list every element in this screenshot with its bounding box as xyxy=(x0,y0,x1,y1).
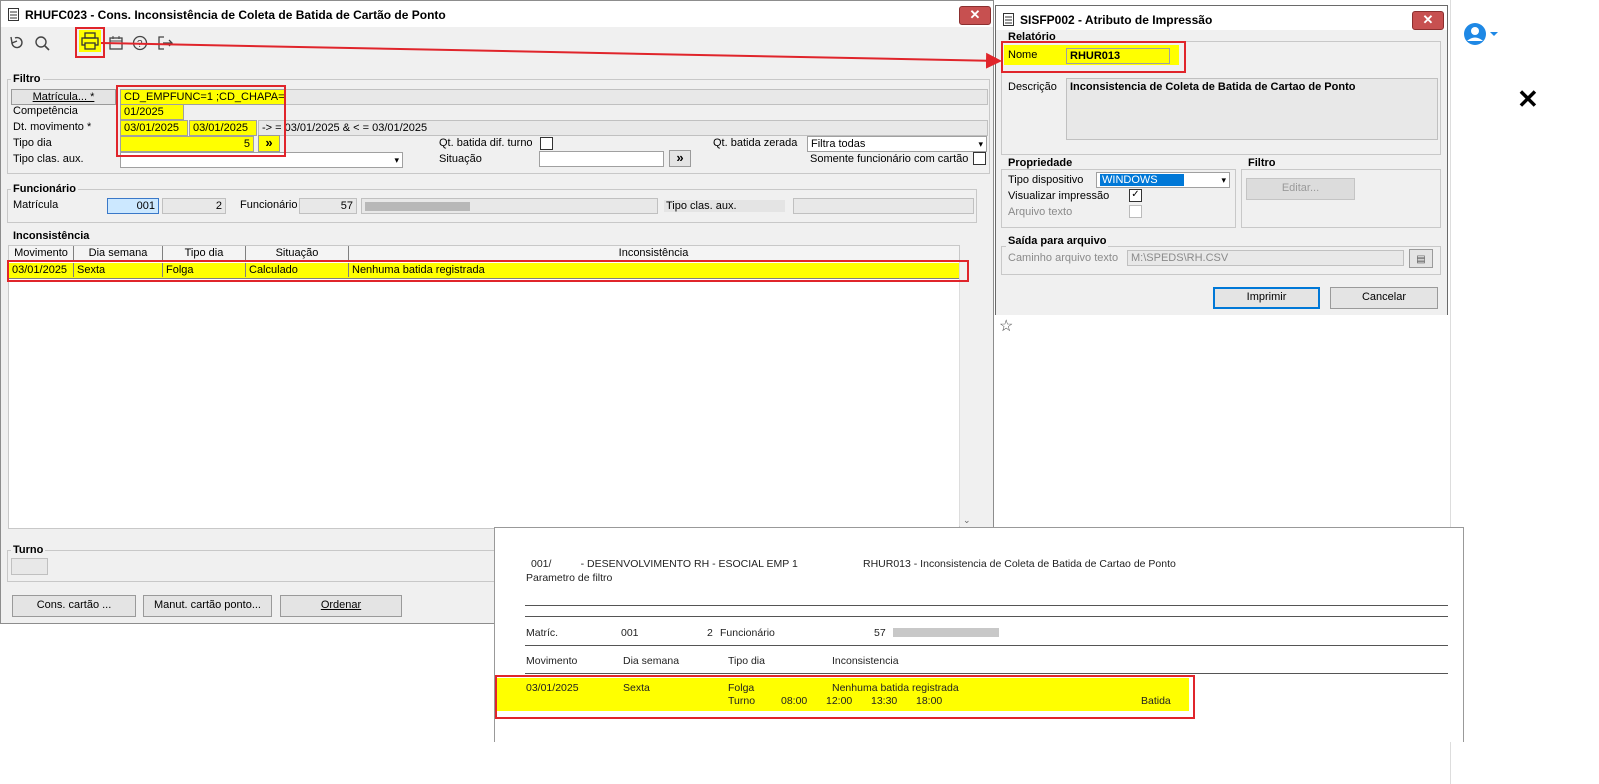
report-header-right: RHUR013 - Inconsistencia de Coleta de Ba… xyxy=(863,558,1176,570)
report-turno-label: Turno xyxy=(728,695,756,707)
report-divider-3 xyxy=(525,645,1448,646)
report-cell-movimento: 03/01/2025 xyxy=(526,682,579,694)
report-turno-time-4: 18:00 xyxy=(916,695,943,707)
report-param: Parametro de filtro xyxy=(526,572,613,584)
report-preview: 001/ - DESENVOLVIMENTO RH - ESOCIAL EMP … xyxy=(494,527,1464,742)
report-col-dia-semana: Dia semana xyxy=(623,655,680,667)
report-turno-time-1: 08:00 xyxy=(781,695,808,707)
report-turno-time-3: 13:30 xyxy=(871,695,898,707)
report-col-tipo-dia: Tipo dia xyxy=(728,655,765,667)
report-funcionario-label: Funcionário xyxy=(720,627,775,639)
report-header-left: 001/ - DESENVOLVIMENTO RH - ESOCIAL EMP … xyxy=(531,558,798,570)
report-batida-label: Batida xyxy=(1141,695,1171,707)
report-matric-label: Matríc. xyxy=(526,627,559,639)
report-divider-2 xyxy=(525,616,1448,617)
report-col-movimento: Movimento xyxy=(526,655,578,667)
report-col-inconsistencia: Inconsistencia xyxy=(832,655,899,667)
report-divider-1 xyxy=(525,605,1448,606)
report-cell-tipo-dia: Folga xyxy=(728,682,755,694)
report-cell-dia-semana: Sexta xyxy=(623,682,650,694)
report-matric-chapa: 2 xyxy=(707,627,713,639)
report-turno-time-2: 12:00 xyxy=(826,695,853,707)
report-funcionario-code: 57 xyxy=(874,627,886,639)
report-cell-inconsistencia: Nenhuma batida registrada xyxy=(832,682,959,694)
report-matric-emp: 001 xyxy=(621,627,639,639)
report-divider-4 xyxy=(525,673,1448,674)
report-blurred-name xyxy=(893,628,999,637)
